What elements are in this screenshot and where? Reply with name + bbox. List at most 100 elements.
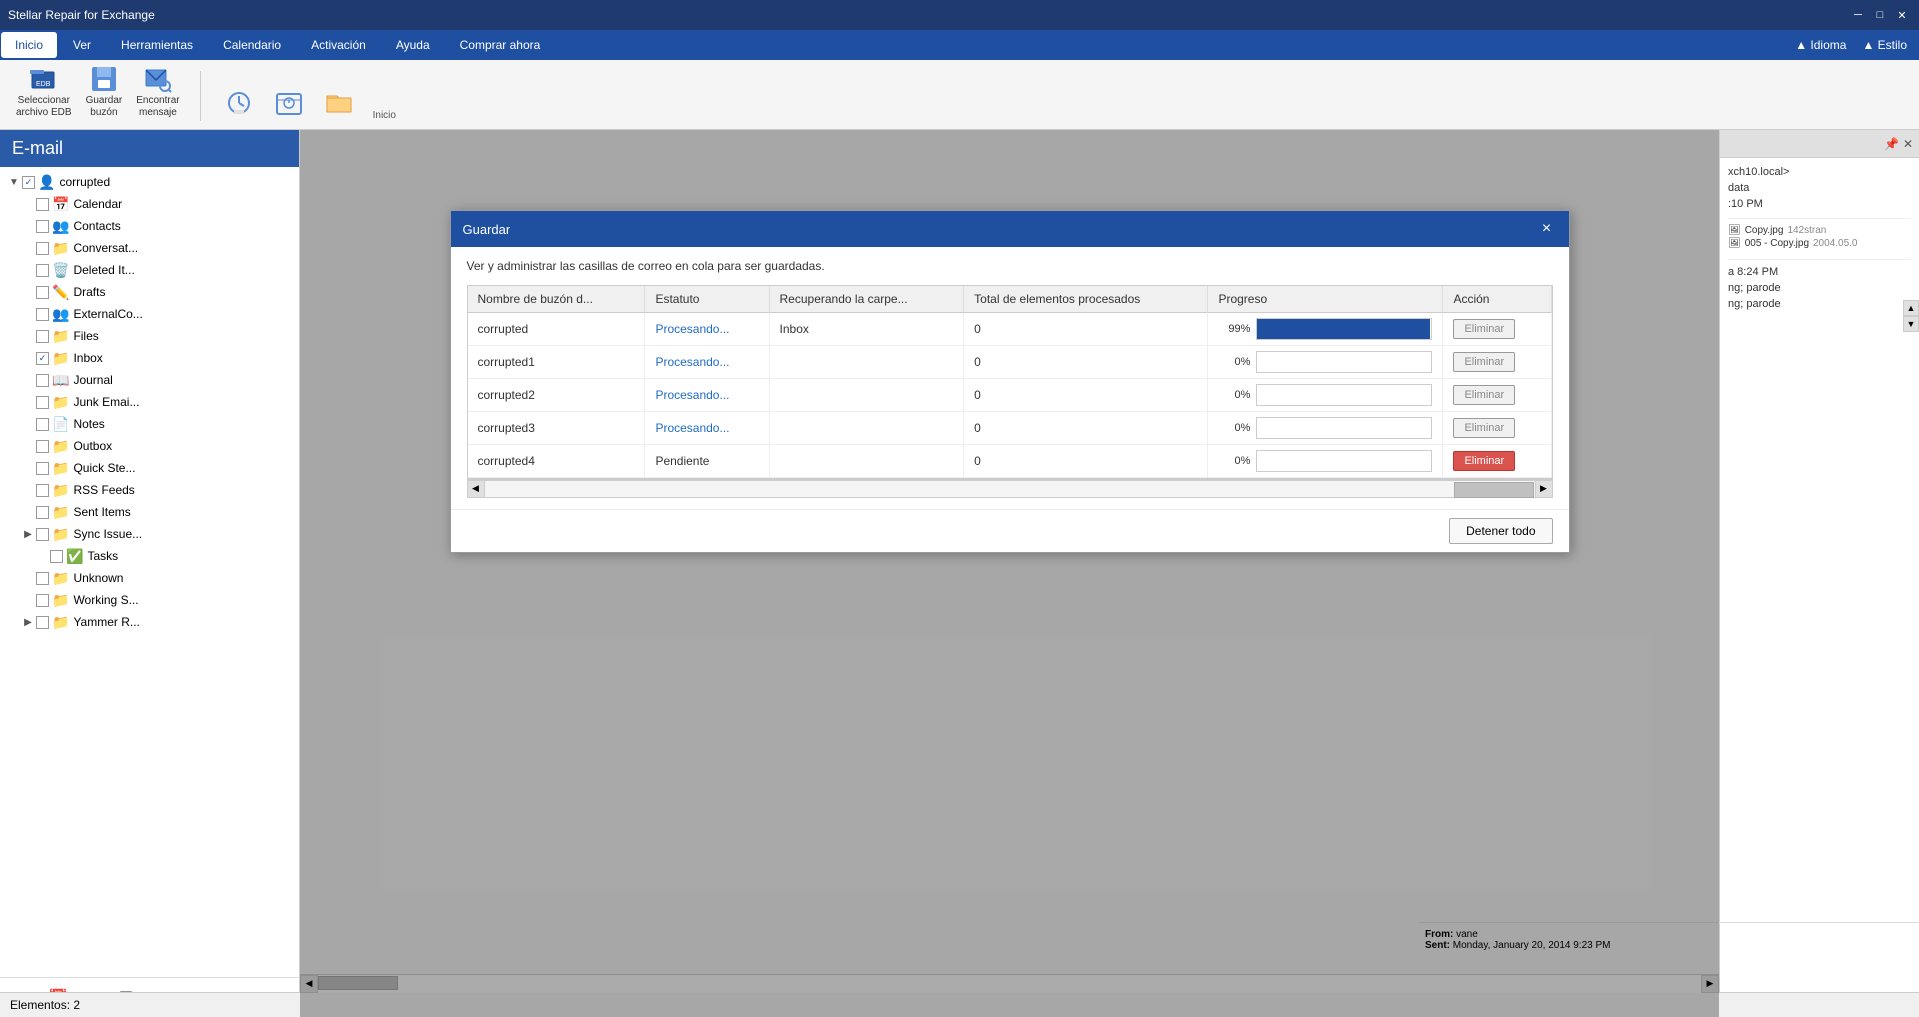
- checkbox-working[interactable]: [36, 594, 49, 607]
- tree-item-syncissue[interactable]: ▶ 📁 Sync Issue...: [0, 523, 299, 545]
- content-area: Guardar × Ver y administrar las casillas…: [300, 130, 1719, 1017]
- modal-footer: Detener todo: [451, 509, 1569, 552]
- tree-item-notes[interactable]: ▶ 📄 Notes: [0, 413, 299, 435]
- checkbox-outbox[interactable]: [36, 440, 49, 453]
- menu-calendario[interactable]: Calendario: [209, 32, 295, 58]
- toolbar-extra-btn-2[interactable]: [265, 85, 313, 121]
- idioma-btn[interactable]: ▲ Idioma: [1795, 38, 1846, 52]
- mailbox-name: corrupted3: [468, 412, 645, 445]
- checkbox-junk[interactable]: [36, 396, 49, 409]
- mailbox-progress: 0%: [1208, 445, 1443, 478]
- checkbox-unknown[interactable]: [36, 572, 49, 585]
- checkbox-conversations[interactable]: [36, 242, 49, 255]
- tree-item-calendar[interactable]: ▶ 📅 Calendar: [0, 193, 299, 215]
- status-link[interactable]: Procesando...: [655, 388, 729, 402]
- eliminar-button-1[interactable]: Eliminar: [1453, 319, 1515, 339]
- eliminar-button-2[interactable]: Eliminar: [1453, 352, 1515, 372]
- checkbox-calendar[interactable]: [36, 198, 49, 211]
- tree-item-quickstep[interactable]: ▶ 📁 Quick Ste...: [0, 457, 299, 479]
- detener-todo-button[interactable]: Detener todo: [1449, 518, 1552, 544]
- tree-item-drafts[interactable]: ▶ ✏️ Drafts: [0, 281, 299, 303]
- save-mailbox-button[interactable]: Guardarbuzón: [80, 61, 129, 121]
- checkbox-inbox[interactable]: [36, 352, 49, 365]
- scroll-down-button[interactable]: ▼: [1903, 316, 1919, 332]
- eliminar-button-5[interactable]: Eliminar: [1453, 451, 1515, 471]
- sent-icon: 📁: [52, 504, 69, 521]
- checkbox-tasks[interactable]: [50, 550, 63, 563]
- close-panel-button[interactable]: ✕: [1903, 137, 1913, 151]
- checkbox-contacts[interactable]: [36, 220, 49, 233]
- menu-activacion[interactable]: Activación: [297, 32, 380, 58]
- find-message-button[interactable]: Encontrarmensaje: [130, 61, 185, 121]
- menu-ayuda[interactable]: Ayuda: [382, 32, 444, 58]
- checkbox-syncissue[interactable]: [36, 528, 49, 541]
- tree-item-externalco[interactable]: ▶ 👥 ExternalCo...: [0, 303, 299, 325]
- tree-label-unknown: Unknown: [73, 571, 123, 585]
- select-edb-button[interactable]: EDB Seleccionararchivo EDB: [10, 61, 78, 121]
- tree-item-journal[interactable]: ▶ 📖 Journal: [0, 369, 299, 391]
- horizontal-scrollbar[interactable]: ◀ ▶: [467, 479, 1553, 497]
- close-button[interactable]: ✕: [1893, 6, 1911, 24]
- checkbox-externalco[interactable]: [36, 308, 49, 321]
- checkbox-rss[interactable]: [36, 484, 49, 497]
- select-edb-label: Seleccionararchivo EDB: [16, 95, 72, 119]
- tree-label-journal: Journal: [73, 373, 112, 387]
- tree-item-files[interactable]: ▶ 📁 Files: [0, 325, 299, 347]
- tree-item-corrupted[interactable]: ▼ 👤 corrupted: [0, 171, 299, 193]
- tree-item-conversations[interactable]: ▶ 📁 Conversat...: [0, 237, 299, 259]
- clock-icon: [223, 87, 255, 119]
- checkbox-notes[interactable]: [36, 418, 49, 431]
- modal-table-header: Nombre de buzón d... Estatuto Recuperand…: [468, 286, 1552, 313]
- tree-item-contacts[interactable]: ▶ 👥 Contacts: [0, 215, 299, 237]
- tree-item-rss[interactable]: ▶ 📁 RSS Feeds: [0, 479, 299, 501]
- tree-item-tasks[interactable]: ▶ ✅ Tasks: [0, 545, 299, 567]
- status-link[interactable]: Procesando...: [655, 421, 729, 435]
- toolbar-extra-btn-3[interactable]: [315, 85, 363, 121]
- menu-ver[interactable]: Ver: [59, 32, 105, 58]
- right-panel: 📌 ✕ xch10.local> data :10 PM 🖼 Copy.jpg …: [1719, 130, 1919, 1017]
- menu-inicio[interactable]: Inicio: [1, 32, 57, 58]
- tree-item-junk[interactable]: ▶ 📁 Junk Emai...: [0, 391, 299, 413]
- modal-close-button[interactable]: ×: [1537, 219, 1557, 239]
- checkbox-deleted[interactable]: [36, 264, 49, 277]
- menu-herramientas[interactable]: Herramientas: [107, 32, 207, 58]
- time1-value: :10 PM: [1728, 198, 1763, 210]
- tree-item-outbox[interactable]: ▶ 📁 Outbox: [0, 435, 299, 457]
- maximize-button[interactable]: □: [1871, 6, 1889, 24]
- checkbox-corrupted[interactable]: [22, 176, 35, 189]
- tree-item-sent[interactable]: ▶ 📁 Sent Items: [0, 501, 299, 523]
- toolbar-extra-btn-1[interactable]: [215, 85, 263, 121]
- window-controls: ─ □ ✕: [1849, 6, 1911, 24]
- tree-item-inbox[interactable]: ▶ 📁 Inbox: [0, 347, 299, 369]
- col-mailbox: Nombre de buzón d...: [468, 286, 645, 313]
- tree-label-corrupted: corrupted: [59, 175, 110, 189]
- estilo-btn[interactable]: ▲ Estilo: [1862, 38, 1907, 52]
- tree-item-working[interactable]: ▶ 📁 Working S...: [0, 589, 299, 611]
- checkbox-files[interactable]: [36, 330, 49, 343]
- save-mailbox-label: Guardarbuzón: [86, 95, 123, 119]
- tree-item-yammer[interactable]: ▶ 📁 Yammer R...: [0, 611, 299, 633]
- checkbox-yammer[interactable]: [36, 616, 49, 629]
- status-link[interactable]: Procesando...: [655, 322, 729, 336]
- checkbox-quickstep[interactable]: [36, 462, 49, 475]
- checkbox-drafts[interactable]: [36, 286, 49, 299]
- scroll-left-arrow[interactable]: ◀: [467, 480, 485, 498]
- status-link[interactable]: Procesando...: [655, 355, 729, 369]
- eliminar-button-4[interactable]: Eliminar: [1453, 418, 1515, 438]
- scroll-thumb[interactable]: [1454, 482, 1534, 498]
- scroll-up-button[interactable]: ▲: [1903, 300, 1919, 316]
- eliminar-button-3[interactable]: Eliminar: [1453, 385, 1515, 405]
- tree-item-unknown[interactable]: ▶ 📁 Unknown: [0, 567, 299, 589]
- scroll-track[interactable]: [485, 480, 1535, 498]
- yammer-icon: 📁: [52, 614, 69, 631]
- menu-comprar[interactable]: Comprar ahora: [446, 32, 555, 58]
- scroll-right-arrow[interactable]: ▶: [1535, 480, 1553, 498]
- minimize-button[interactable]: ─: [1849, 6, 1867, 24]
- col-action: Acción: [1443, 286, 1551, 313]
- checkbox-journal[interactable]: [36, 374, 49, 387]
- tree-item-deleted[interactable]: ▶ 🗑️ Deleted It...: [0, 259, 299, 281]
- checkbox-sent[interactable]: [36, 506, 49, 519]
- toolbar-group-main: EDB Seleccionararchivo EDB Guardarbuzón: [10, 61, 186, 121]
- tree-label-quickstep: Quick Ste...: [73, 461, 135, 475]
- pin-button[interactable]: 📌: [1884, 137, 1899, 151]
